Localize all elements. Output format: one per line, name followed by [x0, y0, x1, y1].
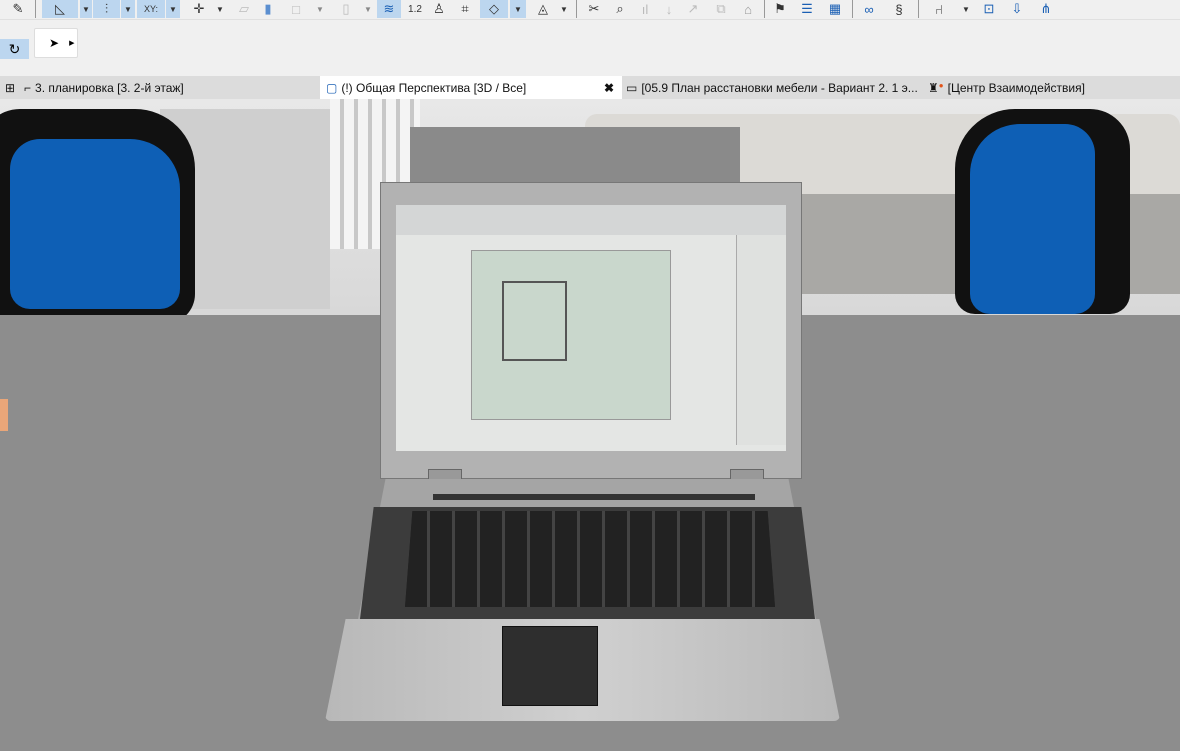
xy-coordinates-icon[interactable]: XY: [137, 0, 165, 18]
export-icon[interactable]: ⧉ [710, 0, 732, 18]
house-icon[interactable]: ⌂ [737, 0, 759, 18]
box-icon[interactable]: □ [286, 0, 306, 18]
tab-3d-perspective[interactable]: ▢ (!) Общая Перспектива [3D / Все] ✖ [320, 76, 622, 99]
arrow-select-icon: ➤ [49, 36, 60, 50]
chevron-down-icon[interactable]: ▼ [314, 0, 326, 18]
tab-label: 3. планировка [3. 2-й этаж] [35, 80, 184, 95]
chevron-right-icon[interactable]: ▶ [69, 39, 74, 47]
floor-plan-icon: ⌐ [24, 80, 32, 95]
chevron-down-icon[interactable]: ▼ [80, 0, 92, 18]
keyboard[interactable] [405, 511, 775, 607]
pencil-icon[interactable]: ✎ [8, 0, 28, 18]
connect-icon[interactable]: ⊡ [978, 0, 1000, 18]
snap-cross-icon[interactable]: ✛ [188, 0, 210, 18]
guide-line-icon[interactable]: ⫶ [93, 0, 120, 18]
dimension-label: 1.2 [408, 3, 422, 15]
touchpad[interactable] [502, 626, 598, 706]
close-icon[interactable]: ✖ [604, 81, 614, 95]
eraser-icon[interactable]: ◇ [480, 0, 508, 18]
lighthouse-icon: ♜● [928, 80, 944, 95]
chevron-down-icon[interactable]: ▼ [362, 0, 374, 18]
curve-icon[interactable]: ↗ [684, 0, 702, 18]
layout-icon: ▭ [626, 80, 638, 95]
magnify-icon[interactable]: ⌕ [610, 0, 630, 18]
hierarchy-icon[interactable]: ⋔ [1034, 0, 1058, 18]
main-toolbar: ✎ ◺ ▼ ⫶ ▼ XY: ▼ ✛ ▼ ▱ ▮ □ ▼ ▯ ▼ ≋ 1.2 ♙ … [0, 0, 1180, 20]
xy-label: XY: [143, 4, 158, 14]
tab-floor-plan[interactable]: ⌐ 3. планировка [3. 2-й этаж] [24, 76, 320, 99]
chevron-down-icon[interactable]: ▼ [166, 0, 180, 18]
magic-wand-icon[interactable]: ↻ [0, 39, 29, 59]
divider [764, 0, 765, 18]
3d-window-icon: ▢ [326, 80, 338, 95]
edge-marker [0, 399, 8, 431]
speaker-grille [433, 494, 755, 500]
chevron-down-icon[interactable]: ▼ [558, 0, 570, 18]
tab-collaboration-center[interactable]: ♜● [Центр Взаимодействия] [928, 76, 1178, 99]
tab-furniture-layout[interactable]: ▭ [05.9 План расстановки мебели - Вариант… [626, 76, 921, 99]
screen-sidebar [736, 235, 786, 445]
flag-icon[interactable]: ⚑ [770, 0, 790, 18]
screen-toolbar [396, 205, 786, 235]
tab-label: [Центр Взаимодействия] [947, 80, 1085, 95]
group-icon[interactable]: ⌗ [454, 0, 476, 18]
link-icon[interactable]: ∞ [858, 0, 880, 18]
arrow-icon[interactable]: ↓ [660, 0, 678, 18]
wall-icon[interactable]: ▮ [260, 0, 276, 18]
chair-right-seat [970, 124, 1095, 314]
screen-house [502, 281, 567, 361]
toolbox: ↻ ➤ ▶ [0, 21, 1180, 76]
3d-viewport[interactable] [0, 99, 1180, 751]
person-icon[interactable]: ♙ [430, 0, 448, 18]
chevron-down-icon[interactable]: ▼ [214, 0, 226, 18]
divider [576, 0, 577, 18]
dimension-icon[interactable]: 1.2 [404, 0, 426, 18]
chevron-down-icon[interactable]: ▼ [121, 0, 135, 18]
laptop-screen [396, 205, 786, 451]
scissors-icon[interactable]: ✂ [584, 0, 604, 18]
angle-tool-icon[interactable]: ◺ [42, 0, 78, 18]
tab-label: [05.9 План расстановки мебели - Вариант … [641, 80, 918, 95]
download-icon[interactable]: ⇩ [1006, 0, 1028, 18]
chevron-down-icon[interactable]: ▼ [510, 0, 526, 18]
chevron-down-icon[interactable]: ▼ [960, 0, 972, 18]
split-icon[interactable]: § [888, 0, 910, 18]
arrow-select-tool[interactable]: ➤ ▶ [34, 28, 78, 58]
trace-icon[interactable]: ◬ [530, 0, 556, 18]
calendar-icon[interactable]: ▦ [824, 0, 846, 18]
slab-icon[interactable]: ▱ [234, 0, 254, 18]
grid-view-icon[interactable]: ⊞ [0, 76, 20, 99]
chair-left-seat [10, 139, 180, 309]
divider [918, 0, 919, 18]
screen-site-plan [471, 250, 671, 420]
tab-label: (!) Общая Перспектива [3D / Все] [341, 80, 527, 95]
tab-bar: ⊞ ⌐ 3. планировка [3. 2-й этаж] ▢ (!) Обща… [0, 76, 1180, 99]
divider [852, 0, 853, 18]
chair-icon[interactable]: ⑁ [928, 0, 950, 18]
divider [35, 0, 36, 18]
chart-icon[interactable]: ıl [636, 0, 654, 18]
layers-icon[interactable]: ≋ [377, 0, 401, 18]
list-icon[interactable]: ☰ [796, 0, 818, 18]
door-icon[interactable]: ▯ [336, 0, 356, 18]
